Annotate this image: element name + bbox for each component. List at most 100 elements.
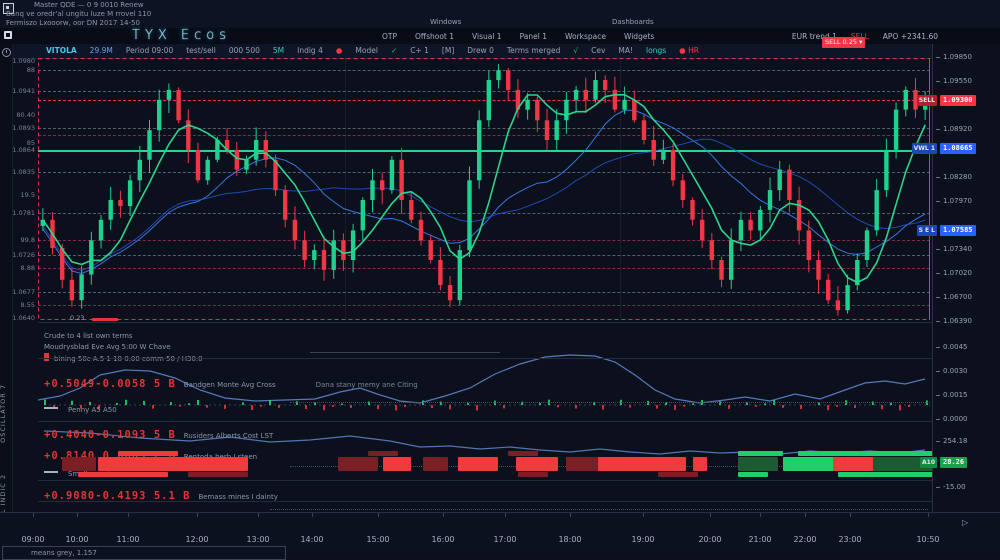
heatmap-segment <box>423 457 448 471</box>
time-label: 16:00 <box>431 535 454 544</box>
toolbar-item[interactable]: Cev <box>591 46 605 55</box>
panel-separator <box>38 421 932 422</box>
time-tick <box>258 513 259 517</box>
toolbar-item[interactable]: 29.9M <box>90 46 113 55</box>
titlebar-menu-item[interactable]: Dashboards <box>612 18 654 26</box>
time-label: 17:00 <box>493 535 516 544</box>
nav-item[interactable]: OTP <box>382 32 397 41</box>
toolbar-item[interactable]: [M] <box>442 46 454 55</box>
window-icon[interactable] <box>4 31 12 39</box>
mini-value-label: 0.23 <box>70 314 84 322</box>
indicator-legend-row[interactable]: +0.4040-0.1093 5 B Rusiders Alberts Cost … <box>44 423 273 442</box>
header-right-item[interactable]: APO +2341.60 <box>883 32 938 41</box>
heatmap-segment <box>62 457 96 471</box>
legend-underline <box>310 352 500 353</box>
left-axis-label: 1.0893 <box>12 124 35 132</box>
heatmap-segment <box>338 457 378 471</box>
status-box: means grey, 1.157 <box>2 546 286 560</box>
nav-item[interactable]: Panel 1 <box>520 32 547 41</box>
price-badge[interactable]: 28.26 <box>940 457 967 468</box>
heatmap-segment <box>78 472 168 477</box>
price-badge[interactable]: 1.09300 <box>940 95 976 106</box>
left-axis-label: 1.0941 <box>12 87 35 95</box>
left-axis-label: 80.40 <box>16 111 35 119</box>
toolbar-item[interactable]: VITOLA <box>46 46 77 55</box>
toolbar-item[interactable]: ✓ <box>391 46 397 55</box>
toolbar-item[interactable]: Terms merged <box>507 46 560 55</box>
indicator-legend-row[interactable]: Penny A5 A50 <box>44 397 117 416</box>
nav-item[interactable]: Widgets <box>624 32 654 41</box>
toolbar-item[interactable]: Period 09:00 <box>126 46 173 55</box>
heatmap-segment <box>383 457 411 471</box>
toolbar-item[interactable]: 5M <box>273 46 284 55</box>
toolbar-item[interactable]: ● HR <box>679 46 699 55</box>
panel-separator <box>38 480 932 481</box>
right-price-axis[interactable]: 1.098501.095501.089201.082801.079701.073… <box>932 44 1000 512</box>
left-axis-label: 99.8 <box>21 236 35 244</box>
legend-dotline <box>290 402 930 403</box>
right-axis-label: 1.08280 <box>943 173 972 181</box>
mini-red-bar <box>92 318 118 321</box>
indicator-title: bining 50c A.5 1 18 0.00 comm 50 / H30.0 <box>54 355 203 363</box>
left-axis-label: 1.0640 <box>12 314 35 322</box>
toolbar-item[interactable]: ● <box>336 46 343 55</box>
heatmap-segment <box>508 451 538 456</box>
toolbar-item[interactable]: Indig 4 <box>297 46 323 55</box>
indicator-name: Penny A5 A50 <box>68 406 117 414</box>
right-axis-label: 0.0015 <box>943 391 968 399</box>
red-bars-icon <box>44 353 49 361</box>
nav-item[interactable]: Visual 1 <box>472 32 502 41</box>
titlebar-menu-item[interactable]: Windows <box>430 18 461 26</box>
nav-item[interactable]: Workspace <box>565 32 606 41</box>
time-label: 11:00 <box>116 535 139 544</box>
time-label: 10:00 <box>65 535 88 544</box>
toolbar-item[interactable]: C+ 1 <box>410 46 429 55</box>
toolbar-item[interactable]: longs <box>646 46 666 55</box>
price-badge-tag[interactable]: A10 <box>920 457 937 468</box>
price-badge-tag[interactable]: VWL 1 <box>912 143 937 154</box>
brand-logo[interactable]: TYX Ecos <box>132 28 231 43</box>
toolbar-item[interactable]: test/sell <box>186 46 216 55</box>
time-label: 21:00 <box>748 535 771 544</box>
time-tick <box>77 513 78 517</box>
time-label: 23:00 <box>838 535 861 544</box>
indicator-legend-row[interactable]: +0.5049-0.0058 5 BBandgen Monte Avg Cros… <box>44 372 418 391</box>
indicator-legend-row[interactable]: bining 50c A.5 1 18 0.00 comm 50 / H30.0 <box>44 346 203 365</box>
candlestick-canvas[interactable] <box>38 58 930 320</box>
time-tick <box>643 513 644 517</box>
indicator-subtext: Dana stany memy ane Citing <box>316 381 418 389</box>
legend-dotline <box>270 509 928 510</box>
sell-order-tag[interactable]: SELL 0.25 ▾ <box>822 37 865 48</box>
heatmap-segment <box>798 451 948 456</box>
main-chart-area[interactable] <box>38 58 930 320</box>
nav-item[interactable]: Offshoot 1 <box>415 32 454 41</box>
time-tick <box>197 513 198 517</box>
price-badge-tag[interactable]: SELL <box>917 95 937 106</box>
time-tick <box>710 513 711 517</box>
price-badge[interactable]: 1.07585 <box>940 225 976 236</box>
titlebar-line: Master QDE — 0 9 0010 Renew <box>34 1 144 9</box>
indicator-name: Rusiders Alberts Cost LST <box>184 432 273 440</box>
heatmap-segment <box>118 451 178 456</box>
time-tick <box>760 513 761 517</box>
indicator-value: +0.4040-0.1093 5 B <box>44 429 176 441</box>
right-axis-label: 0.0030 <box>943 367 968 375</box>
rail-rotated-label: OSCILLATOR 7 <box>0 384 7 443</box>
panel-separator <box>38 322 932 323</box>
time-tick <box>850 513 851 517</box>
time-label: 14:00 <box>300 535 323 544</box>
time-tick <box>928 513 929 517</box>
play-icon[interactable]: ▷ <box>962 518 968 527</box>
heatmap-segment <box>98 457 248 471</box>
time-axis[interactable]: 09:0010:0011:0012:0013:0014:0015:0016:00… <box>0 512 1000 546</box>
toolbar-item[interactable]: √ <box>573 46 578 55</box>
toolbar-item[interactable]: 000 500 <box>229 46 260 55</box>
clock-icon[interactable] <box>2 48 11 57</box>
time-tick <box>570 513 571 517</box>
price-badge-tag[interactable]: S E L <box>917 225 937 236</box>
toolbar-item[interactable]: MA! <box>618 46 633 55</box>
time-tick <box>805 513 806 517</box>
toolbar-item[interactable]: Model <box>355 46 378 55</box>
toolbar-item[interactable]: Drew 0 <box>467 46 494 55</box>
price-badge[interactable]: 1.08665 <box>940 143 976 154</box>
